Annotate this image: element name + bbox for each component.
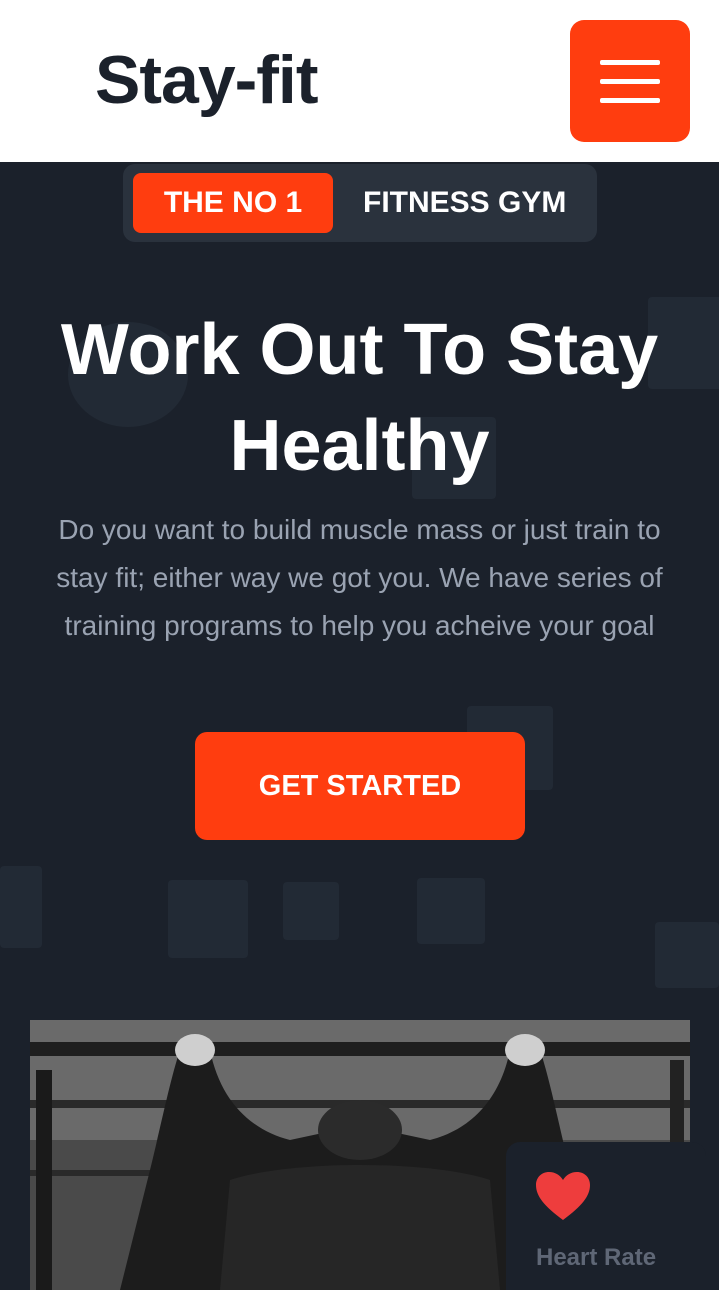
decorative-shape bbox=[0, 866, 42, 948]
hero-tagline: THE NO 1 FITNESS GYM bbox=[123, 164, 597, 242]
hero-description: Do you want to build muscle mass or just… bbox=[56, 514, 663, 641]
menu-button[interactable] bbox=[570, 20, 690, 142]
decorative-shape bbox=[417, 878, 485, 944]
tagline-highlight: THE NO 1 bbox=[133, 173, 333, 233]
decorative-shape bbox=[283, 882, 339, 940]
hero-section: THE NO 1 FITNESS GYM Work Out To Stay He… bbox=[0, 162, 719, 1290]
site-logo[interactable]: Stay-fit bbox=[95, 40, 318, 120]
heart-icon bbox=[536, 1172, 590, 1220]
hero-title: Work Out To Stay Healthy bbox=[60, 310, 659, 486]
site-header: Stay-fit bbox=[0, 0, 719, 162]
get-started-button[interactable]: GET STARTED bbox=[195, 732, 525, 840]
heart-rate-widget[interactable]: Heart Rate bbox=[506, 1142, 706, 1290]
heart-rate-label: Heart Rate bbox=[536, 1244, 657, 1271]
hamburger-menu-icon bbox=[600, 60, 660, 65]
decorative-shape bbox=[168, 880, 248, 958]
tagline-text: FITNESS GYM bbox=[363, 186, 567, 219]
decorative-shape bbox=[655, 922, 719, 988]
